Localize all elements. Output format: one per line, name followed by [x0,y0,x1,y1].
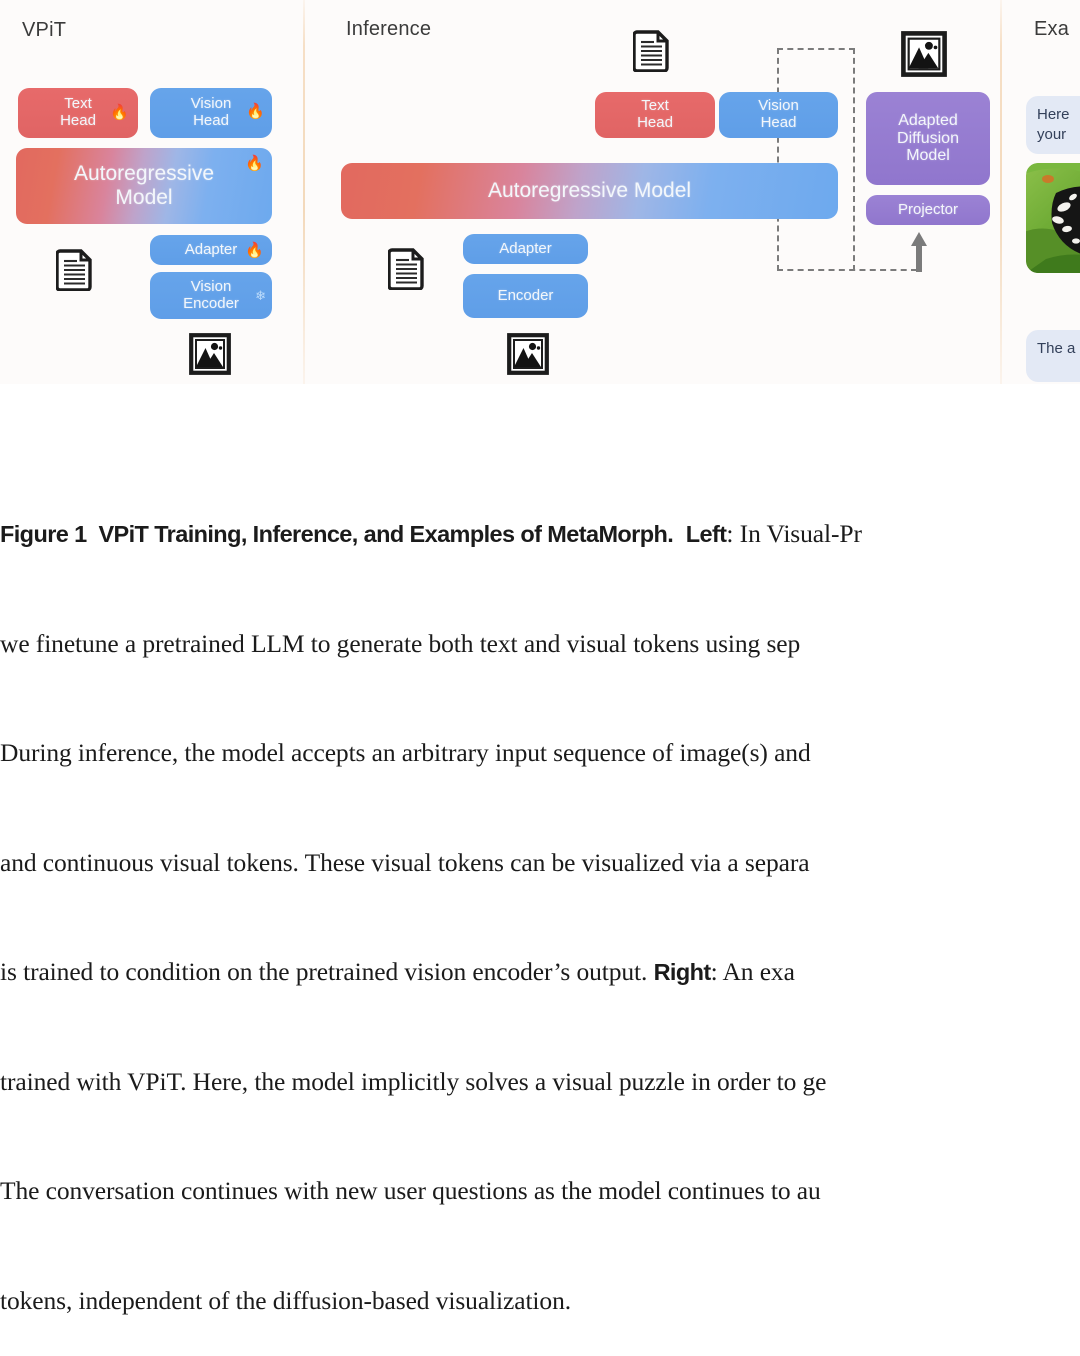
flame-icon: 🔥 [245,155,264,172]
panel-title-vpit: VPiT [22,19,67,41]
arrow-up-icon [909,232,929,277]
caption-line-5: is trained to condition on the pretraine… [0,954,1080,991]
block-label: Vision Head [190,95,232,129]
block-text-head: Text Head [595,92,715,138]
chat-bubble-assistant-1: Here your [1026,96,1080,154]
block-autoregressive-model: Autoregressive Model 🔥 [16,148,272,224]
panel-examples: Exa Here your The a [1004,0,1080,384]
block-text-head: Text Head 🔥 [18,88,138,138]
panel-inference: Inference Text Head Vision Head Autoregr… [308,0,1000,384]
dashed-feedback-box [777,48,855,271]
flame-icon: 🔥 [246,103,265,120]
caption-bold-left: Left [685,521,727,547]
snowflake-icon: ❄ [255,288,266,303]
panel-title-inference: Inference [346,18,432,40]
flame-icon: 🔥 [110,104,129,121]
block-encoder: Encoder [463,274,588,318]
block-vision-head: Vision Head 🔥 [150,88,272,138]
caption-bold-head: Figure 1 VPiT Training, Inference, and E… [0,521,674,547]
image-icon-bottom [507,333,549,380]
caption-line-2: we finetune a pretrained LLM to generate… [0,628,801,658]
block-label: Text Head [637,97,673,131]
block-vision-head: Vision Head [719,92,838,138]
block-label: Adapter [184,240,238,258]
block-adapter: Adapter 🔥 [150,235,272,265]
document-icon-top [632,28,671,77]
document-icon-left [387,246,426,295]
block-adapter: Adapter [463,234,588,264]
block-projector: Projector [866,195,990,225]
block-label: Autoregressive Model [487,179,692,203]
document-icon [55,247,94,296]
block-vision-encoder: Vision Encoder ❄ [150,272,272,319]
panel-divider-1 [303,0,305,384]
caption-line-7: The conversation continues with new user… [0,1176,821,1205]
panel-vpit-training: VPiT Text Head 🔥 Vision Head 🔥 Autoregress… [0,0,284,384]
block-label: Autoregressive Model [73,162,215,209]
caption-text: is trained to condition on the pretraine… [0,957,654,986]
image-icon [189,333,231,380]
caption-line-8: tokens, independent of the diffusion-bas… [0,1285,571,1315]
block-label: Adapted Diffusion Model [897,111,959,165]
caption-bold-right: Right [653,959,712,985]
panel-divider-2 [1000,0,1002,384]
caption-text: : An exa [710,957,795,986]
block-label: Vision Encoder [183,277,239,312]
panel-title-examples: Exa [1034,18,1070,40]
block-label: Text Head [60,95,96,129]
dashed-feedback-path [777,269,917,271]
block-adapted-diffusion-model: Adapted Diffusion Model [866,92,990,185]
caption-text: : In Visual-Pr [726,519,862,548]
figure-caption: Figure 1 VPiT Training, Inference, and E… [0,443,1080,1356]
block-label: Vision Head [758,97,799,131]
chat-bubble-assistant-2: The a [1026,330,1080,382]
block-label: Encoder [497,286,554,304]
figure-image: VPiT Text Head 🔥 Vision Head 🔥 Autoregress… [0,0,1080,384]
image-icon-output [901,31,947,82]
caption-line-3: During inference, the model accepts an a… [0,738,811,767]
flame-icon: 🔥 [245,242,264,259]
caption-line-1: Figure 1 VPiT Training, Inference, and E… [0,516,1080,553]
caption-line-6: trained with VPiT. Here, the model impli… [0,1066,827,1096]
butterfly-photo [1026,163,1080,273]
block-label: Projector [897,200,959,218]
block-autoregressive-model: Autoregressive Model [341,163,838,219]
caption-line-4: and continuous visual tokens. These visu… [0,847,810,877]
block-label: Adapter [499,239,552,257]
